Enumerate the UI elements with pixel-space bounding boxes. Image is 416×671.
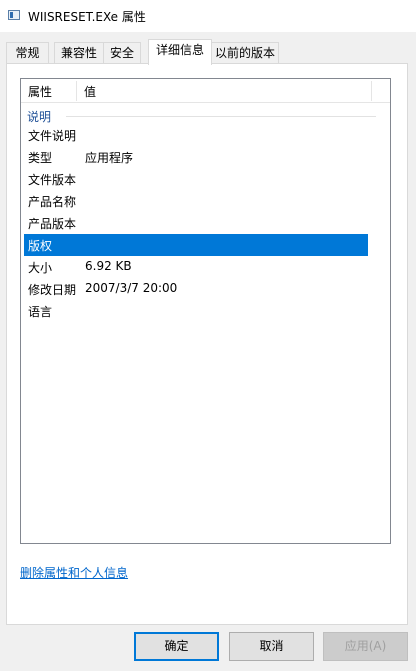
apply-button[interactable]: 应用(A) <box>323 632 408 661</box>
title-bar: WIISRESET.EXe 属性 <box>0 0 416 32</box>
list-item[interactable]: 大小 6.92 KB <box>24 256 368 278</box>
remove-properties-link[interactable]: 删除属性和个人信息 <box>20 564 128 581</box>
column-divider[interactable] <box>371 81 372 101</box>
property-name: 产品名称 <box>28 195 77 209</box>
details-list[interactable]: 属性 值 说明 文件说明 类型 应用程序 文件版本 产品名称 产品版本 版权 大… <box>20 78 391 544</box>
group-divider <box>66 116 376 117</box>
property-value: 2007/3/7 20:00 <box>85 281 178 295</box>
cancel-button[interactable]: 取消 <box>229 632 314 661</box>
column-header-value[interactable]: 值 <box>84 83 96 100</box>
tab-details[interactable]: 详细信息 <box>148 39 212 65</box>
list-item[interactable]: 语言 <box>24 300 368 322</box>
column-header-property[interactable]: 属性 <box>28 83 52 100</box>
list-item[interactable]: 文件说明 <box>24 124 368 146</box>
property-name: 类型 <box>28 151 53 165</box>
list-item[interactable]: 产品版本 <box>24 212 368 234</box>
property-name: 文件版本 <box>28 173 77 187</box>
details-panel: 属性 值 说明 文件说明 类型 应用程序 文件版本 产品名称 产品版本 版权 大… <box>6 63 408 625</box>
tab-general[interactable]: 常规 <box>6 42 49 64</box>
property-value: 应用程序 <box>85 151 134 165</box>
list-item[interactable]: 文件版本 <box>24 168 368 190</box>
property-name: 版权 <box>28 239 53 253</box>
list-item-selected[interactable]: 版权 <box>24 234 368 256</box>
application-window-icon <box>8 10 20 20</box>
tab-compatibility[interactable]: 兼容性 <box>54 42 104 64</box>
tab-security[interactable]: 安全 <box>103 42 141 64</box>
list-item[interactable]: 修改日期 2007/3/7 20:00 <box>24 278 368 300</box>
property-name: 修改日期 <box>28 283 77 297</box>
property-value: 6.92 KB <box>85 259 132 273</box>
list-item[interactable]: 产品名称 <box>24 190 368 212</box>
property-name: 产品版本 <box>28 217 77 231</box>
property-name: 大小 <box>28 261 53 275</box>
property-name: 文件说明 <box>28 129 77 143</box>
properties-dialog: 常规 兼容性 安全 详细信息 以前的版本 属性 值 说明 文件说明 类型 应用程… <box>0 32 416 671</box>
property-name: 语言 <box>28 305 53 319</box>
column-divider[interactable] <box>76 81 77 101</box>
tab-previous-versions[interactable]: 以前的版本 <box>211 42 279 64</box>
window-title: WIISRESET.EXe 属性 <box>28 10 146 24</box>
list-header: 属性 值 <box>21 79 390 103</box>
list-item[interactable]: 类型 应用程序 <box>24 146 368 168</box>
group-label-description: 说明 <box>27 108 58 125</box>
ok-button[interactable]: 确定 <box>134 632 219 661</box>
